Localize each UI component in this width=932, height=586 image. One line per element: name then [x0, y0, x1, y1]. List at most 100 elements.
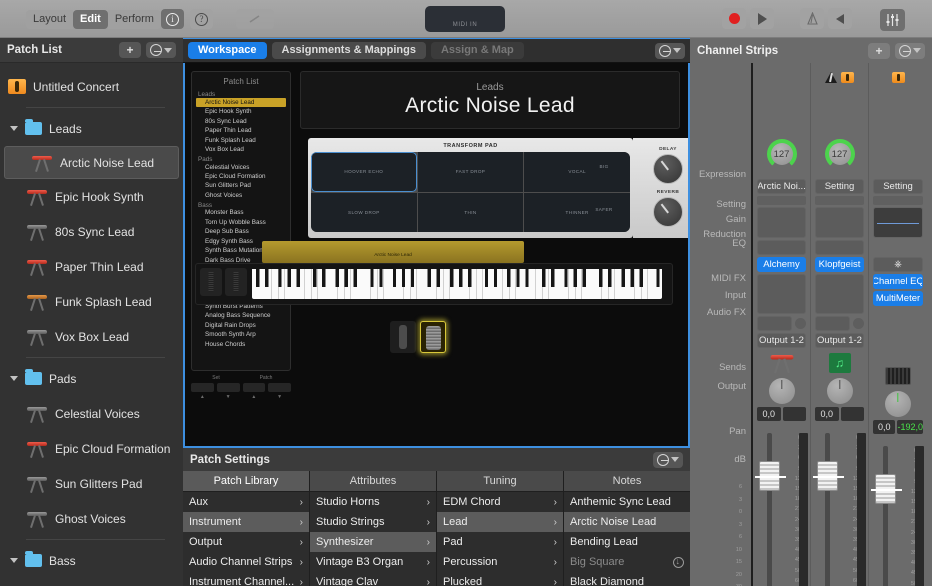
library-item-instrument[interactable]: Instrument › — [183, 512, 309, 532]
help-circle-icon[interactable]: ? — [190, 9, 213, 29]
input-slot[interactable]: Alchemy — [757, 257, 806, 272]
fader-track[interactable] — [883, 446, 888, 586]
add-channel-strip-button[interactable]: + — [868, 43, 890, 59]
instrument-thumbnail[interactable] — [869, 363, 927, 389]
volume-fader-area[interactable]: 0 3 6 9 12 15 18 21 24 30 35 40 45 50 — [811, 425, 868, 586]
mode-segmented-control[interactable]: Layout Edit Perform — [26, 10, 161, 29]
stage-patch-item[interactable]: Epic Cloud Formation — [196, 172, 286, 181]
fader-handle[interactable] — [875, 474, 896, 504]
concert-row[interactable]: Untitled Concert — [0, 69, 183, 104]
note-item-black-diamond[interactable]: Black Diamond — [564, 572, 690, 586]
column-title[interactable]: Attributes — [310, 471, 436, 492]
db-value[interactable]: 0,0 — [815, 407, 839, 421]
patch-list-action-menu[interactable] — [146, 42, 176, 58]
modulation-wheel[interactable] — [225, 268, 247, 296]
delay-knob[interactable] — [653, 154, 683, 184]
gain-reduction-slot[interactable] — [815, 196, 864, 205]
volume-fader-area[interactable]: 0 3 6 9 12 15 18 21 24 30 35 40 45 50 — [753, 425, 810, 586]
group-row-pads[interactable]: Pads — [0, 361, 183, 396]
lock-folder-icon[interactable] — [892, 72, 905, 83]
pad-hoover-echo[interactable]: HOOVER ECHO — [311, 152, 417, 192]
audio-fx-multimeter[interactable]: MultiMeter — [873, 291, 923, 306]
library-item-instrument-channel[interactable]: Instrument Channel... › — [183, 572, 309, 586]
attribute-item-vintage-b3-organ[interactable]: Vintage B3 Organ › — [310, 552, 436, 572]
chevron-down-icon[interactable] — [10, 558, 18, 563]
info-circle-icon[interactable]: i — [161, 9, 184, 29]
attribute-item-synthesizer[interactable]: Synthesizer › — [310, 532, 436, 552]
channel-strip-metronome[interactable]: 127 Setting Klopfgeist Output 1-2 ♫ — [811, 63, 869, 586]
mode-layout[interactable]: Layout — [26, 10, 73, 29]
patch-row-monster-bass[interactable]: Monster Bass — [0, 578, 183, 586]
pitch-bend-wheel[interactable] — [200, 268, 222, 296]
midi-fx-slot[interactable] — [757, 240, 806, 255]
fader-track[interactable] — [825, 433, 830, 586]
gain-reduction-slot[interactable] — [757, 196, 806, 205]
record-icon[interactable] — [722, 8, 746, 29]
patch-row-epic-hook-synth[interactable]: Epic Hook Synth — [0, 179, 183, 214]
note-item-anthemic-sync-lead[interactable]: Anthemic Sync Lead — [564, 492, 690, 512]
stage-patch-item[interactable]: Torn Up Wobble Bass — [196, 218, 286, 227]
stage-patch-item[interactable]: Arctic Noise Lead — [196, 98, 286, 107]
stage-patch-item[interactable]: House Chords — [196, 340, 286, 349]
patch-row-80s-sync-lead[interactable]: 80s Sync Lead — [0, 214, 183, 249]
channel-strip-arctic-noise-lead[interactable]: 127 Arctic Noi... Alchemy Output 1-2 — [753, 63, 811, 586]
metronome-icon[interactable] — [825, 71, 837, 83]
audio-fx-slot[interactable] — [815, 274, 864, 314]
send-level-knob[interactable] — [795, 318, 806, 329]
group-row-bass[interactable]: Bass — [0, 543, 183, 578]
attribute-item-studio-horns[interactable]: Studio Horns › — [310, 492, 436, 512]
tuning-item-lead[interactable]: Lead › — [437, 512, 563, 532]
pad-fast-drop[interactable]: FAST DROP — [418, 152, 524, 192]
patch-row-sun-glitters-pad[interactable]: Sun Glitters Pad — [0, 466, 183, 501]
patch-row-arctic-noise-lead[interactable]: Arctic Noise Lead — [4, 146, 179, 179]
stage-patch-list-items[interactable]: Leads Arctic Noise Lead Epic Hook Synth … — [192, 90, 290, 350]
stage-patch-item[interactable]: Smooth Synth Arp — [196, 331, 286, 340]
stage-patch-item[interactable]: Digital Rain Drops — [196, 321, 286, 330]
tab-assign-map[interactable]: Assign & Map — [431, 42, 524, 59]
stage-patch-item[interactable]: Funk Splash Lead — [196, 136, 286, 145]
pad-vocal[interactable]: VOCAL — [524, 152, 630, 192]
patch-row-vox-box-lead[interactable]: Vox Box Lead — [0, 319, 183, 354]
patch-row-paper-thin-lead[interactable]: Paper Thin Lead — [0, 249, 183, 284]
tab-workspace[interactable]: Workspace — [188, 42, 267, 59]
library-item-audio-channel-strips[interactable]: Audio Channel Strips › — [183, 552, 309, 572]
stage-patch-item[interactable]: 80s Sync Lead — [196, 117, 286, 126]
channel-strip-output-1-2[interactable]: Setting ⎈ Channel EQ MultiMeter — [869, 63, 927, 586]
piano-keyboard[interactable] — [252, 269, 662, 299]
pad-thin[interactable]: THIN — [418, 193, 524, 233]
patch-row-celestial-voices[interactable]: Celestial Voices — [0, 396, 183, 431]
patch-row-ghost-voices[interactable]: Ghost Voices — [0, 501, 183, 536]
midi-fx-slot[interactable] — [815, 240, 864, 255]
input-slot[interactable]: Klopfgeist — [815, 257, 864, 272]
patch-prev-button[interactable] — [243, 383, 266, 392]
pan-knob[interactable] — [769, 378, 795, 404]
tuning-item-percussion[interactable]: Percussion › — [437, 552, 563, 572]
tab-assignments-mappings[interactable]: Assignments & Mappings — [272, 42, 426, 59]
stage-patch-item[interactable]: Vox Box Lead — [196, 145, 286, 154]
audio-fx-slot[interactable] — [757, 274, 806, 314]
lock-folder-icon[interactable] — [841, 72, 854, 83]
attribute-item-studio-strings[interactable]: Studio Strings › — [310, 512, 436, 532]
tuning-item-plucked[interactable]: Plucked › — [437, 572, 563, 586]
add-patch-button[interactable]: + — [119, 42, 141, 58]
stage-patch-list[interactable]: Patch List Leads Arctic Noise Lead Epic … — [191, 71, 291, 371]
expression-pedal[interactable] — [390, 321, 416, 353]
column-title[interactable]: Patch Library — [183, 471, 309, 492]
library-item-output[interactable]: Output › — [183, 532, 309, 552]
expression-knob[interactable]: 127 — [825, 139, 855, 169]
sustain-pedal[interactable] — [420, 321, 446, 353]
workspace-action-menu[interactable] — [655, 43, 685, 59]
pan-knob[interactable] — [885, 391, 911, 417]
stage-patch-item[interactable]: Ghost Voices — [196, 191, 286, 200]
stage-patch-item[interactable]: Celestial Voices — [196, 163, 286, 172]
setting-slot[interactable]: Setting — [815, 179, 864, 194]
fader-handle[interactable] — [817, 461, 838, 491]
note-item-arctic-noise-lead[interactable]: Arctic Noise Lead — [564, 512, 690, 532]
instrument-thumbnail[interactable] — [753, 350, 810, 376]
expression-knob[interactable]: 127 — [767, 139, 797, 169]
note-item-bending-lead[interactable]: Bending Lead — [564, 532, 690, 552]
setting-slot[interactable]: Setting — [873, 179, 923, 194]
column-title[interactable]: Tuning — [437, 471, 563, 492]
tuning-item-pad[interactable]: Pad › — [437, 532, 563, 552]
group-row-leads[interactable]: Leads — [0, 111, 183, 146]
